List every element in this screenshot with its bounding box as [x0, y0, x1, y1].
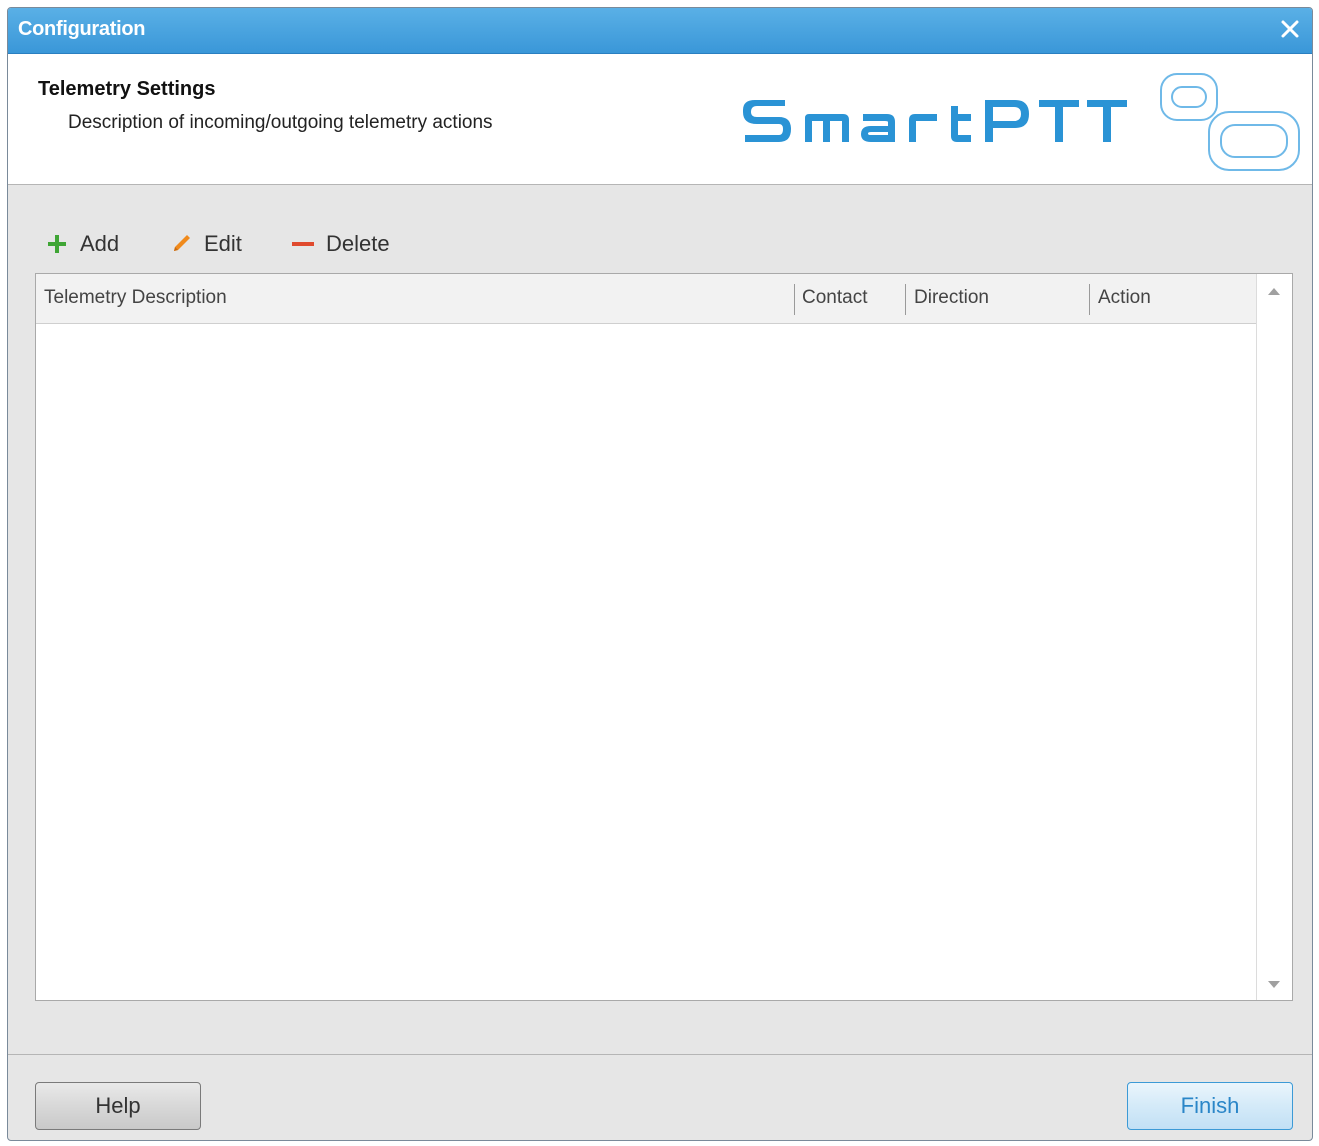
vertical-scrollbar[interactable]	[1256, 274, 1292, 1000]
smartptt-logo	[743, 73, 1300, 171]
scroll-up-icon[interactable]	[1268, 288, 1280, 295]
configuration-window: Configuration Telemetry Settings Descrip…	[7, 7, 1313, 1141]
edit-label: Edit	[204, 231, 242, 256]
pencil-icon	[168, 231, 194, 257]
add-button[interactable]: Add	[44, 226, 119, 262]
finish-button[interactable]: Finish	[1127, 1082, 1293, 1130]
close-icon	[1281, 20, 1299, 38]
title-bar: Configuration	[8, 8, 1312, 54]
delete-button[interactable]: Delete	[290, 226, 390, 262]
scroll-down-icon[interactable]	[1268, 981, 1280, 988]
column-separator[interactable]	[905, 284, 906, 315]
column-header-direction[interactable]: Direction	[914, 287, 989, 309]
edit-button[interactable]: Edit	[168, 226, 242, 262]
column-separator[interactable]	[1089, 284, 1090, 315]
help-button[interactable]: Help	[35, 1082, 201, 1130]
telemetry-table[interactable]: Telemetry Description Contact Direction …	[35, 273, 1293, 1001]
column-header-contact[interactable]: Contact	[802, 287, 867, 309]
minus-icon	[290, 231, 316, 257]
column-header-action[interactable]: Action	[1098, 287, 1151, 309]
footer-divider	[8, 1054, 1312, 1055]
column-header-telemetry-description[interactable]: Telemetry Description	[44, 287, 227, 309]
plus-icon	[44, 231, 70, 257]
window-title: Configuration	[18, 18, 146, 40]
table-header: Telemetry Description Contact Direction …	[36, 274, 1257, 324]
add-label: Add	[80, 231, 120, 256]
toolbar: Add Edit Delete	[8, 226, 1312, 266]
page-header: Telemetry Settings Description of incomi…	[8, 54, 1312, 185]
delete-label: Delete	[326, 231, 390, 256]
close-button[interactable]	[1276, 15, 1304, 43]
page-subtitle: Description of incoming/outgoing telemet…	[68, 112, 493, 133]
column-separator[interactable]	[794, 284, 795, 315]
page-title: Telemetry Settings	[38, 78, 216, 100]
